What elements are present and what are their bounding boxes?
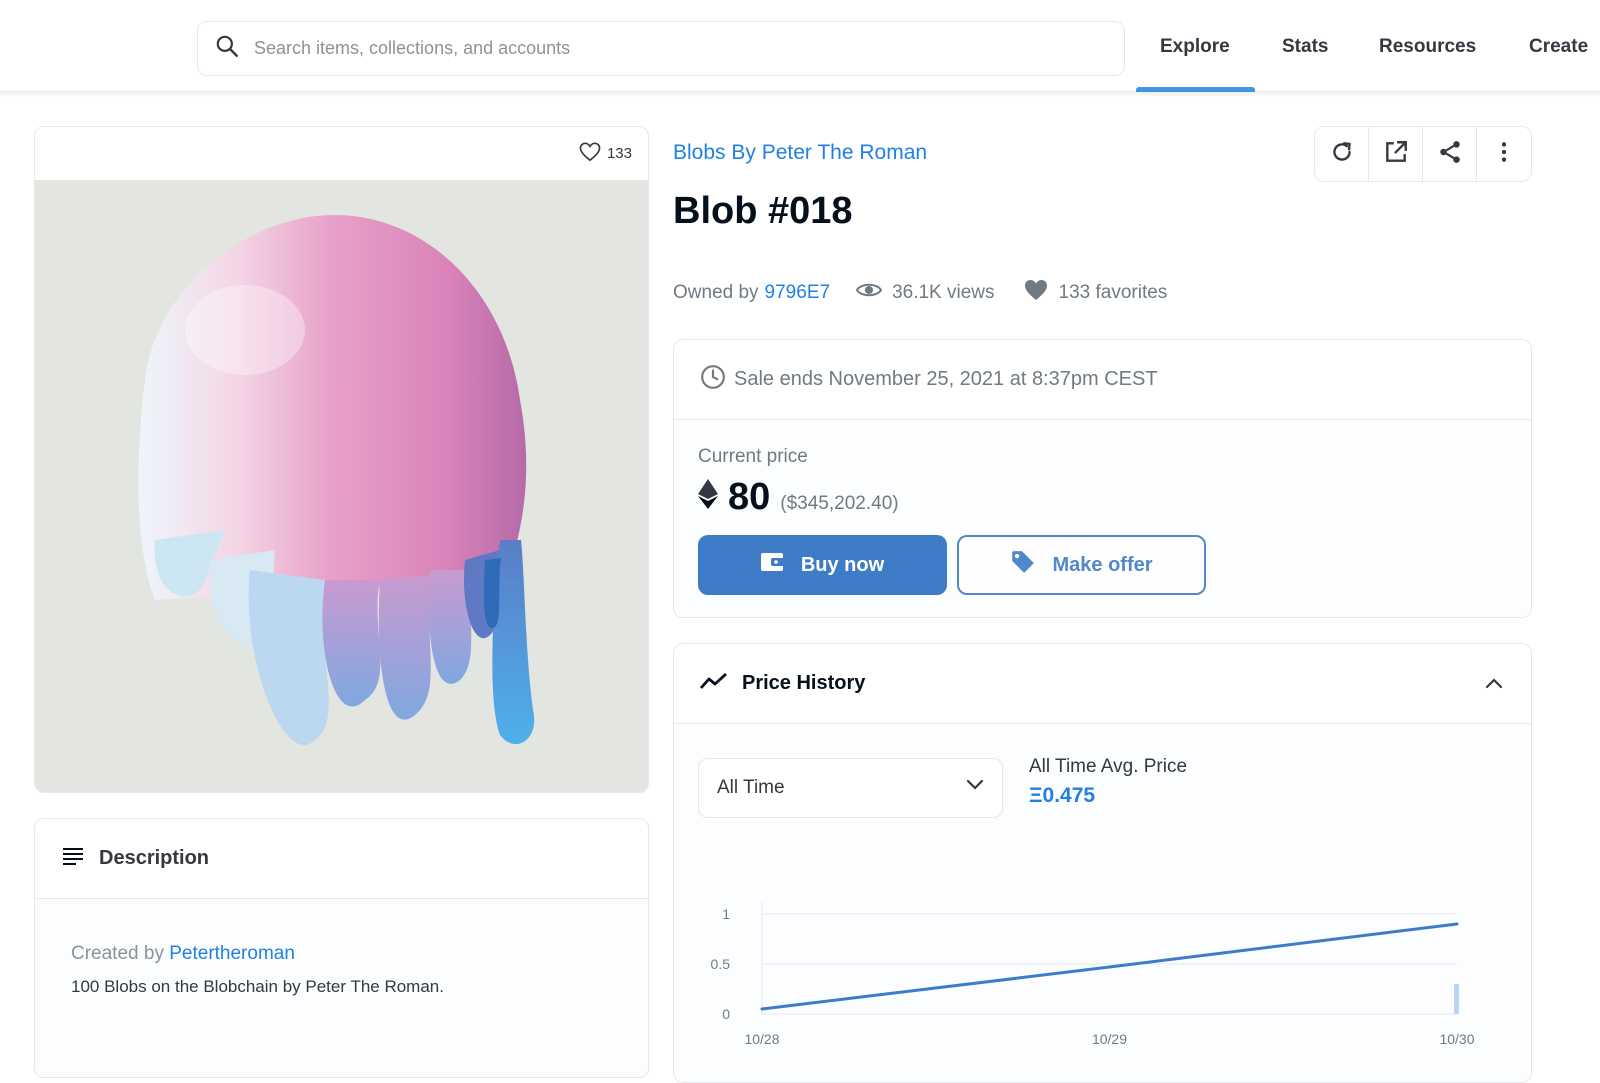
nav-active-indicator — [1136, 87, 1255, 92]
avg-price-label: All Time Avg. Price — [1029, 756, 1188, 777]
description-card: Description Created by Petertheroman 100… — [34, 818, 649, 1078]
chart-data-point — [1455, 922, 1459, 926]
created-by-label: Created by — [71, 943, 164, 964]
chart-data-point — [760, 1007, 764, 1011]
more-vertical-icon — [1491, 139, 1517, 170]
chart-x-tick-label: 10/30 — [1439, 1031, 1474, 1047]
share-icon — [1437, 139, 1463, 170]
open-external-button[interactable] — [1369, 127, 1423, 181]
buy-now-label: Buy now — [800, 553, 885, 576]
price-history-card: Price History All Time All Time Avg. Pri… — [673, 643, 1532, 1083]
price-history-body: All Time All Time Avg. Price Ξ0.475 1 0.5… — [674, 724, 1531, 1082]
owned-by-label: Owned by — [673, 282, 759, 303]
search-icon — [214, 33, 240, 64]
current-price-label: Current price — [698, 446, 808, 467]
more-options-button[interactable] — [1477, 127, 1531, 181]
refresh-icon — [1329, 139, 1355, 170]
price-history-title: Price History — [742, 672, 866, 694]
sale-ends-text: Sale ends November 25, 2021 at 8:37pm CE… — [734, 368, 1158, 390]
chart-volume-bar — [1454, 984, 1459, 1014]
list-lines-icon — [63, 847, 83, 871]
sale-ends: Sale ends November 25, 2021 at 8:37pm CE… — [674, 340, 1531, 420]
image-card-header: 133 — [35, 127, 648, 180]
description-text: 100 Blobs on the Blobchain by Peter The … — [71, 977, 444, 996]
top-navbar: Explore Stats Resources Create — [0, 0, 1600, 92]
heart-outline-icon[interactable] — [579, 142, 601, 166]
nav-stats[interactable]: Stats — [1282, 36, 1328, 58]
external-link-icon — [1383, 139, 1409, 170]
chart-y-tick-label: 0 — [722, 1006, 730, 1022]
price-history-header[interactable]: Price History — [674, 644, 1531, 724]
make-offer-button[interactable]: Make offer — [957, 535, 1206, 595]
search-bar[interactable] — [197, 21, 1125, 76]
time-range-select[interactable]: All Time — [698, 758, 1003, 818]
chart-x-tick-label: 10/28 — [744, 1031, 779, 1047]
description-body: Created by Petertheroman 100 Blobs on th… — [35, 899, 648, 1077]
favorites-stat[interactable]: 133 favorites — [1023, 279, 1168, 307]
time-range-value: All Time — [717, 777, 785, 798]
favorites-total: 133 favorites — [1058, 282, 1168, 303]
nav-explore[interactable]: Explore — [1160, 36, 1230, 58]
nav-create[interactable]: Create — [1529, 36, 1588, 58]
price-row: 80 ($345,202.40) — [698, 476, 1507, 519]
creator-link[interactable]: Petertheroman — [169, 943, 295, 964]
tag-icon — [1010, 549, 1036, 581]
search-input[interactable] — [254, 38, 1074, 59]
chevron-up-icon[interactable] — [1485, 672, 1503, 695]
item-title: Blob #018 — [673, 190, 853, 232]
share-button[interactable] — [1423, 127, 1477, 181]
chart-y-tick-label: 1 — [722, 906, 730, 922]
price-usd: ($345,202.40) — [780, 493, 899, 514]
price-history-chart: 1 0.5 0 10/28 10/29 10/30 — [711, 902, 1475, 1047]
collection-link[interactable]: Blobs By Peter The Roman — [673, 141, 927, 165]
refresh-button[interactable] — [1315, 127, 1369, 181]
owner-link[interactable]: 9796E7 — [765, 282, 831, 304]
sale-body: Current price 80 ($345,202.40) Buy now M… — [674, 420, 1531, 617]
wallet-icon — [760, 551, 785, 579]
price-eth: 80 — [728, 476, 771, 518]
item-meta: Owned by 9796E7 36.1K views 133 favorite… — [673, 279, 1167, 307]
chart-y-tick-label: 0.5 — [711, 956, 731, 972]
buy-now-button[interactable]: Buy now — [698, 535, 947, 595]
purchase-buttons: Buy now Make offer — [698, 535, 1206, 595]
make-offer-label: Make offer — [1052, 553, 1153, 576]
item-actions — [1314, 126, 1532, 182]
avg-price-value: Ξ0.475 — [1029, 784, 1096, 807]
clock-icon — [700, 364, 726, 396]
heart-filled-icon — [1023, 279, 1049, 307]
favorites-count: 133 — [606, 145, 632, 162]
created-by: Created by Petertheroman — [71, 943, 612, 965]
eye-icon — [855, 281, 883, 305]
views-stat: 36.1K views — [855, 281, 995, 305]
trend-line-icon — [699, 671, 728, 697]
nav-resources[interactable]: Resources — [1379, 36, 1476, 58]
chart-data-point — [1108, 965, 1111, 969]
ethereum-icon — [698, 479, 718, 514]
chart-x-tick-label: 10/29 — [1092, 1031, 1127, 1047]
item-image-card: 133 — [34, 126, 649, 793]
sale-card: Sale ends November 25, 2021 at 8:37pm CE… — [673, 339, 1532, 618]
description-title: Description — [99, 847, 210, 869]
description-header[interactable]: Description — [35, 819, 648, 899]
nft-image[interactable] — [35, 180, 648, 792]
views-count: 36.1K views — [892, 282, 995, 303]
